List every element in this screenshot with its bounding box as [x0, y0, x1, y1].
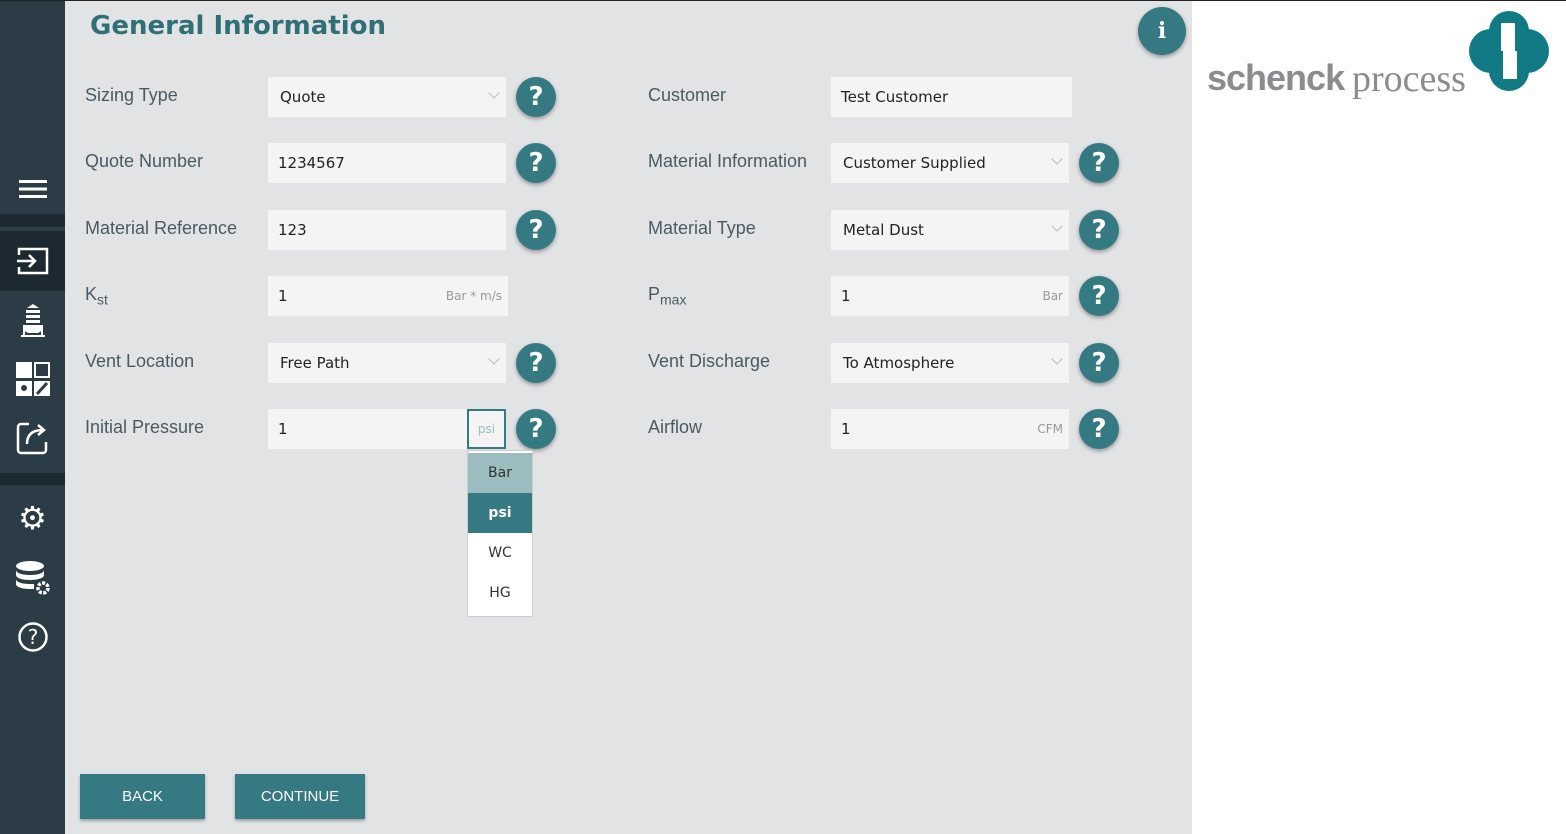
field-label: Material Type [648, 218, 756, 239]
sidebar-item-settings[interactable]: ⚙ [0, 493, 65, 543]
sidebar-item-export[interactable] [0, 413, 65, 463]
field-label: Sizing Type [85, 85, 178, 106]
select-field[interactable]: Free Path [268, 343, 506, 383]
input-field[interactable]: 1 Bar * m/s [268, 276, 508, 316]
help-button[interactable]: ? [516, 143, 556, 183]
unit-option-wc[interactable]: WC [468, 533, 532, 573]
chevron-down-icon [488, 87, 500, 99]
label-text: Initial Pressure [85, 417, 205, 437]
field-value: Quote [280, 88, 326, 106]
help-button[interactable]: ? [1079, 343, 1119, 383]
field-value: 1 [278, 287, 288, 305]
label-text: Quote Number [85, 151, 204, 171]
chevron-down-icon [488, 353, 500, 365]
field-value: 1 [841, 287, 851, 305]
help-button[interactable]: ? [1079, 143, 1119, 183]
select-field[interactable]: To Atmosphere [831, 343, 1069, 383]
label-text: Material Type [648, 218, 756, 238]
field-label: Pmax [648, 284, 686, 308]
info-button[interactable]: i [1138, 7, 1186, 55]
input-field[interactable]: Test Customer [831, 77, 1072, 117]
field-value: To Atmosphere [843, 354, 955, 372]
field-value: 1 [278, 420, 288, 438]
help-button[interactable]: ? [516, 77, 556, 117]
hamburger-menu-icon[interactable] [0, 164, 65, 214]
label-text: K [85, 284, 98, 304]
help-button[interactable]: ? [1079, 276, 1119, 316]
input-field[interactable]: 1 Bar [831, 276, 1069, 316]
sidebar-item-database-settings[interactable] [0, 553, 65, 603]
label-text: P [648, 284, 661, 304]
unit-label: Bar * m/s [445, 289, 502, 303]
select-field[interactable]: Customer Supplied [831, 143, 1069, 183]
sidebar-divider [0, 473, 65, 485]
help-button[interactable]: ? [1079, 409, 1119, 449]
help-button[interactable]: ? [516, 210, 556, 250]
unit-dropdown-menu: Bar psi WC HG [467, 450, 533, 617]
field-value: Metal Dust [843, 221, 924, 239]
field-label: Customer [648, 85, 726, 106]
unit-option-psi[interactable]: psi [468, 493, 532, 533]
field-value: 123 [278, 221, 307, 239]
field-label: Kst [85, 284, 108, 308]
label-text: Sizing Type [85, 85, 178, 105]
label-text: Material Information [648, 151, 808, 171]
chevron-down-icon [1051, 220, 1063, 232]
chevron-down-icon [1051, 153, 1063, 165]
field-label: Vent Location [85, 351, 194, 372]
sidebar-item-silo[interactable] [0, 295, 65, 345]
unit-option-bar[interactable]: Bar [468, 453, 532, 493]
field-label: Airflow [648, 417, 702, 438]
input-field[interactable]: 1234567 [268, 143, 506, 183]
page-title: General Information [90, 11, 386, 41]
main-panel: General Information i Sizing Type Quote? Q… [65, 1, 1192, 834]
field-value: Test Customer [841, 88, 949, 106]
input-field[interactable]: 1 CFM [831, 409, 1069, 449]
unit-option-hg[interactable]: HG [468, 573, 532, 613]
logo: schenck process [1207, 9, 1557, 104]
select-field[interactable]: Metal Dust [831, 210, 1069, 250]
label-text: Material Reference [85, 218, 238, 238]
unit-label: CFM [1037, 422, 1063, 436]
field-label: Quote Number [85, 151, 203, 172]
unit-label: Bar [1042, 289, 1063, 303]
sidebar-item-grid[interactable] [0, 354, 65, 404]
field-label: Material Reference [85, 218, 237, 239]
sidebar: ⚙ ? [0, 1, 65, 834]
help-button[interactable]: ? [516, 343, 556, 383]
logo-text-schenck: schenck [1207, 57, 1345, 98]
sidebar-item-help[interactable]: ? [0, 612, 65, 662]
back-button[interactable]: BACK [80, 774, 205, 819]
input-field[interactable]: 123 [268, 210, 506, 250]
unit-select[interactable]: psi [467, 409, 506, 449]
label-subscript: st [97, 291, 108, 308]
gear-icon: ⚙ [18, 499, 47, 537]
label-text: Vent Discharge [648, 351, 771, 371]
logo-text-process: process [1352, 58, 1466, 100]
chevron-down-icon [1051, 353, 1063, 365]
field-label: Vent Discharge [648, 351, 770, 372]
field-value: 1234567 [278, 154, 345, 172]
svg-text:?: ? [27, 625, 38, 649]
label-text: Customer [648, 85, 727, 105]
field-value: 1 [841, 420, 851, 438]
field-value: Customer Supplied [843, 154, 986, 172]
sidebar-item-input[interactable] [0, 236, 65, 286]
field-label: Material Information [648, 151, 807, 172]
continue-button[interactable]: CONTINUE [235, 774, 365, 819]
label-text: Airflow [648, 417, 703, 437]
help-button[interactable]: ? [516, 409, 556, 449]
label-subscript: max [660, 291, 687, 308]
field-label: Initial Pressure [85, 417, 204, 438]
sidebar-divider [0, 214, 65, 227]
label-text: Vent Location [85, 351, 195, 371]
select-field[interactable]: Quote [268, 77, 506, 117]
logo-mark-icon [1469, 11, 1549, 91]
help-button[interactable]: ? [1079, 210, 1119, 250]
input-field[interactable]: 1 psi [268, 409, 506, 449]
field-value: Free Path [280, 354, 350, 372]
